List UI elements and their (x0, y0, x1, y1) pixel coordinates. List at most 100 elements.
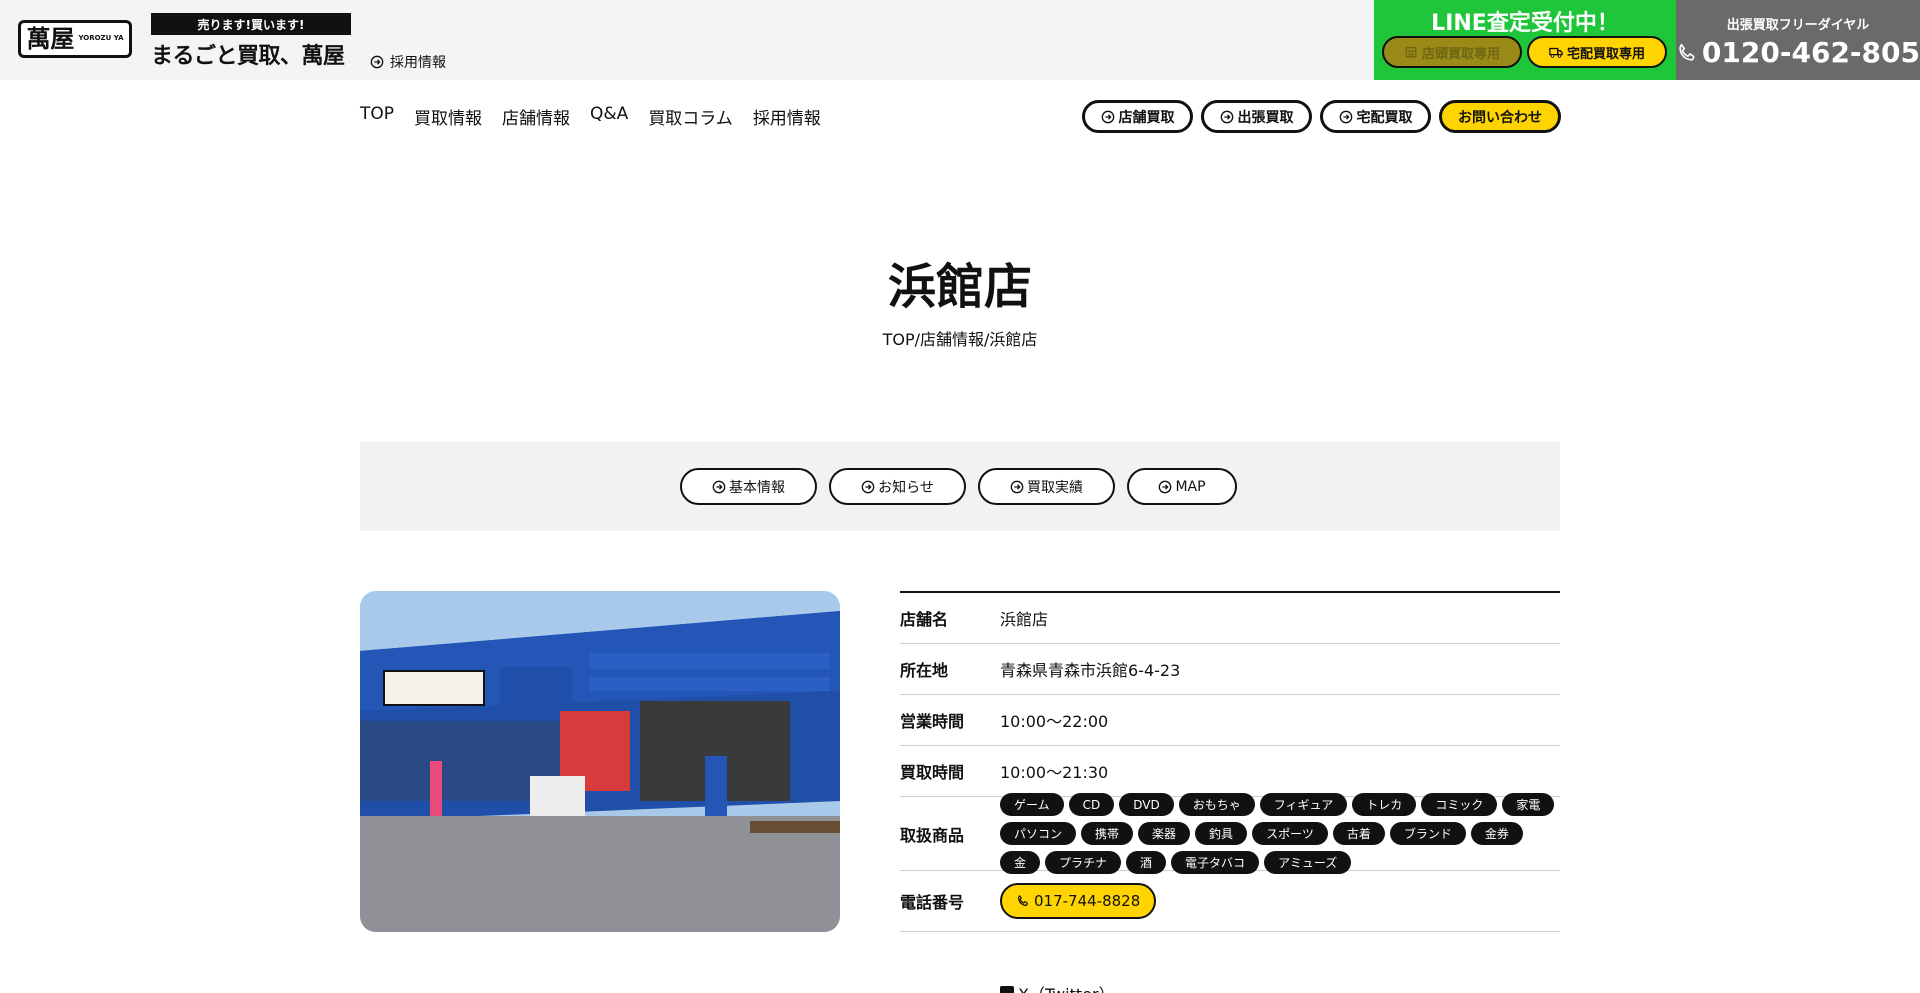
recruit-link-label: 採用情報 (390, 55, 446, 71)
item-chip: CD (1068, 793, 1115, 816)
item-chip: 金券 (1470, 822, 1523, 845)
info-value: 青森県青森市浜館6-4-23 (1000, 661, 1181, 680)
anchor-results[interactable]: 買取実績 (978, 468, 1115, 505)
line-home-button[interactable]: 宅配買取専用 (1527, 36, 1667, 68)
line-store-label: 店頭買取専用 (1421, 46, 1500, 62)
item-chip: プラチナ (1045, 851, 1122, 874)
item-chip: 携帯 (1081, 822, 1134, 845)
item-chip: 古着 (1332, 822, 1385, 845)
item-chip: 家電 (1502, 793, 1555, 816)
store-purchase-label: 店舗買取 (1118, 109, 1175, 126)
item-chip: アミューズ (1264, 851, 1352, 874)
item-chip-list: ゲーム CD DVD おもちゃ フィギュア トレカ コミック 家電 パソコン 携… (1000, 793, 1560, 874)
anchor-map[interactable]: MAP (1127, 468, 1237, 505)
line-assessment-box: LINE査定受付中！ 店頭買取専用 宅配買取専用 (1374, 0, 1676, 80)
arrow-circle-icon (1220, 110, 1233, 123)
truck-icon (1549, 47, 1563, 58)
info-row-business-hours: 営業時間 10:00〜22:00 (900, 695, 1560, 746)
arrow-circle-icon (1101, 110, 1114, 123)
item-chip: おもちゃ (1178, 793, 1255, 816)
page-title: 浜館店 (887, 259, 1032, 315)
line-title: LINE査定受付中！ (1431, 11, 1619, 36)
info-value: 10:00〜22:00 (1000, 712, 1109, 731)
logo-sub: YOROZU YA (78, 34, 124, 43)
logo-mark: 萬屋 (26, 25, 75, 53)
store-purchase-button[interactable]: 店舗買取 (1082, 100, 1193, 133)
free-dial-label: 出張買取フリーダイヤル (1726, 18, 1870, 33)
info-value: 10:00〜21:30 (1000, 763, 1109, 782)
anchor-map-label: MAP (1175, 478, 1206, 495)
item-chip: フィギュア (1259, 793, 1348, 816)
x-icon (1000, 986, 1014, 993)
anchor-basic-info[interactable]: 基本情報 (680, 468, 817, 505)
item-chip: 酒 (1126, 851, 1167, 874)
nav-item-column[interactable]: 買取コラム (648, 104, 733, 129)
global-nav: TOP 買取情報 店舗情報 Q&A 買取コラム 採用情報 (360, 104, 821, 129)
breadcrumb[interactable]: TOP/店舗情報/浜館店 (0, 326, 1920, 350)
anchor-news-label: お知らせ (878, 479, 934, 496)
info-label: 営業時間 (900, 712, 965, 731)
delivery-purchase-label: 宅配買取 (1356, 109, 1413, 126)
info-label: 所在地 (900, 661, 949, 680)
item-chip: DVD (1119, 793, 1174, 816)
contact-label: お問い合わせ (1458, 109, 1542, 126)
info-label: 取扱商品 (900, 825, 965, 845)
site-logo[interactable]: 萬屋 YOROZU YA (18, 20, 132, 58)
free-dial-number-text: 0120-462-805 (1701, 36, 1920, 69)
item-chip: トレカ (1352, 793, 1417, 816)
twitter-link[interactable]: X（Twitter） (900, 981, 1560, 993)
nav-item-recruit[interactable]: 採用情報 (753, 104, 821, 129)
item-chip: スポーツ (1252, 822, 1328, 845)
info-row-items: 取扱商品 ゲーム CD DVD おもちゃ フィギュア トレカ コミック 家電 パ… (900, 793, 1560, 874)
free-dial-number[interactable]: 0120-462-805 (1676, 36, 1920, 69)
visit-purchase-label: 出張買取 (1237, 109, 1294, 126)
nav-item-store-info[interactable]: 店舗情報 (502, 104, 570, 129)
arrow-circle-icon (1159, 480, 1172, 493)
phone-icon (1679, 43, 1695, 61)
arrow-circle-icon (861, 480, 875, 493)
delivery-purchase-button[interactable]: 宅配買取 (1320, 100, 1431, 133)
phone-icon (1018, 895, 1028, 906)
info-label: 買取時間 (900, 763, 965, 782)
anchor-news[interactable]: お知らせ (829, 468, 966, 505)
brand-name[interactable]: まるごと買取、萬屋 (151, 38, 345, 70)
anchor-bar: 基本情報 お知らせ 買取実績 MAP (360, 442, 1560, 531)
anchor-results-label: 買取実績 (1027, 479, 1083, 496)
item-chip: 楽器 (1138, 822, 1191, 845)
info-row-address: 所在地 青森県青森市浜館6-4-23 (900, 644, 1560, 695)
nav-item-qa[interactable]: Q&A (590, 104, 628, 129)
nav-item-purchase-info[interactable]: 買取情報 (414, 104, 482, 129)
arrow-circle-icon (1010, 480, 1024, 493)
store-phone-number: 017-744-8828 (1034, 892, 1141, 910)
arrow-circle-icon (712, 480, 726, 493)
recruit-link[interactable]: 採用情報 (370, 52, 446, 72)
info-value: 浜館店 (1000, 610, 1049, 629)
info-label: 電話番号 (900, 893, 965, 912)
item-chip: 金 (1000, 851, 1041, 874)
info-label: 店舗名 (900, 610, 949, 629)
item-chip: パソコン (1000, 822, 1077, 845)
item-chip: 釣具 (1195, 822, 1248, 845)
tagline: 売ります!買います! (151, 13, 351, 35)
store-icon (1405, 46, 1417, 58)
line-store-button[interactable]: 店頭買取専用 (1382, 36, 1522, 68)
store-photo (360, 591, 840, 932)
line-home-label: 宅配買取専用 (1566, 46, 1645, 62)
service-buttons: 店舗買取 出張買取 宅配買取 お問い合わせ (1082, 100, 1561, 133)
store-info-table: 店舗名 浜館店 所在地 青森県青森市浜館6-4-23 営業時間 10:00〜22… (900, 591, 1560, 932)
item-chip: 電子タバコ (1171, 851, 1260, 874)
visit-purchase-button[interactable]: 出張買取 (1201, 100, 1312, 133)
twitter-label: X（Twitter） (1018, 981, 1115, 993)
arrow-circle-icon (370, 55, 384, 69)
item-chip: コミック (1421, 793, 1498, 816)
arrow-circle-icon (1339, 110, 1352, 123)
item-chip: ゲーム (1000, 793, 1064, 816)
info-row-purchase-hours: 買取時間 10:00〜21:30 (900, 746, 1560, 797)
nav-item-top[interactable]: TOP (360, 104, 394, 129)
info-row-phone: 電話番号 017-744-8828 (900, 871, 1560, 932)
store-phone-button[interactable]: 017-744-8828 (1000, 883, 1157, 919)
info-row-store-name: 店舗名 浜館店 (900, 593, 1560, 644)
free-dial-box[interactable]: 出張買取フリーダイヤル 0120-462-805 (1676, 0, 1920, 80)
top-header: 萬屋 YOROZU YA 売ります!買います! まるごと買取、萬屋 採用情報 L… (0, 0, 1920, 80)
contact-button[interactable]: お問い合わせ (1439, 100, 1561, 133)
